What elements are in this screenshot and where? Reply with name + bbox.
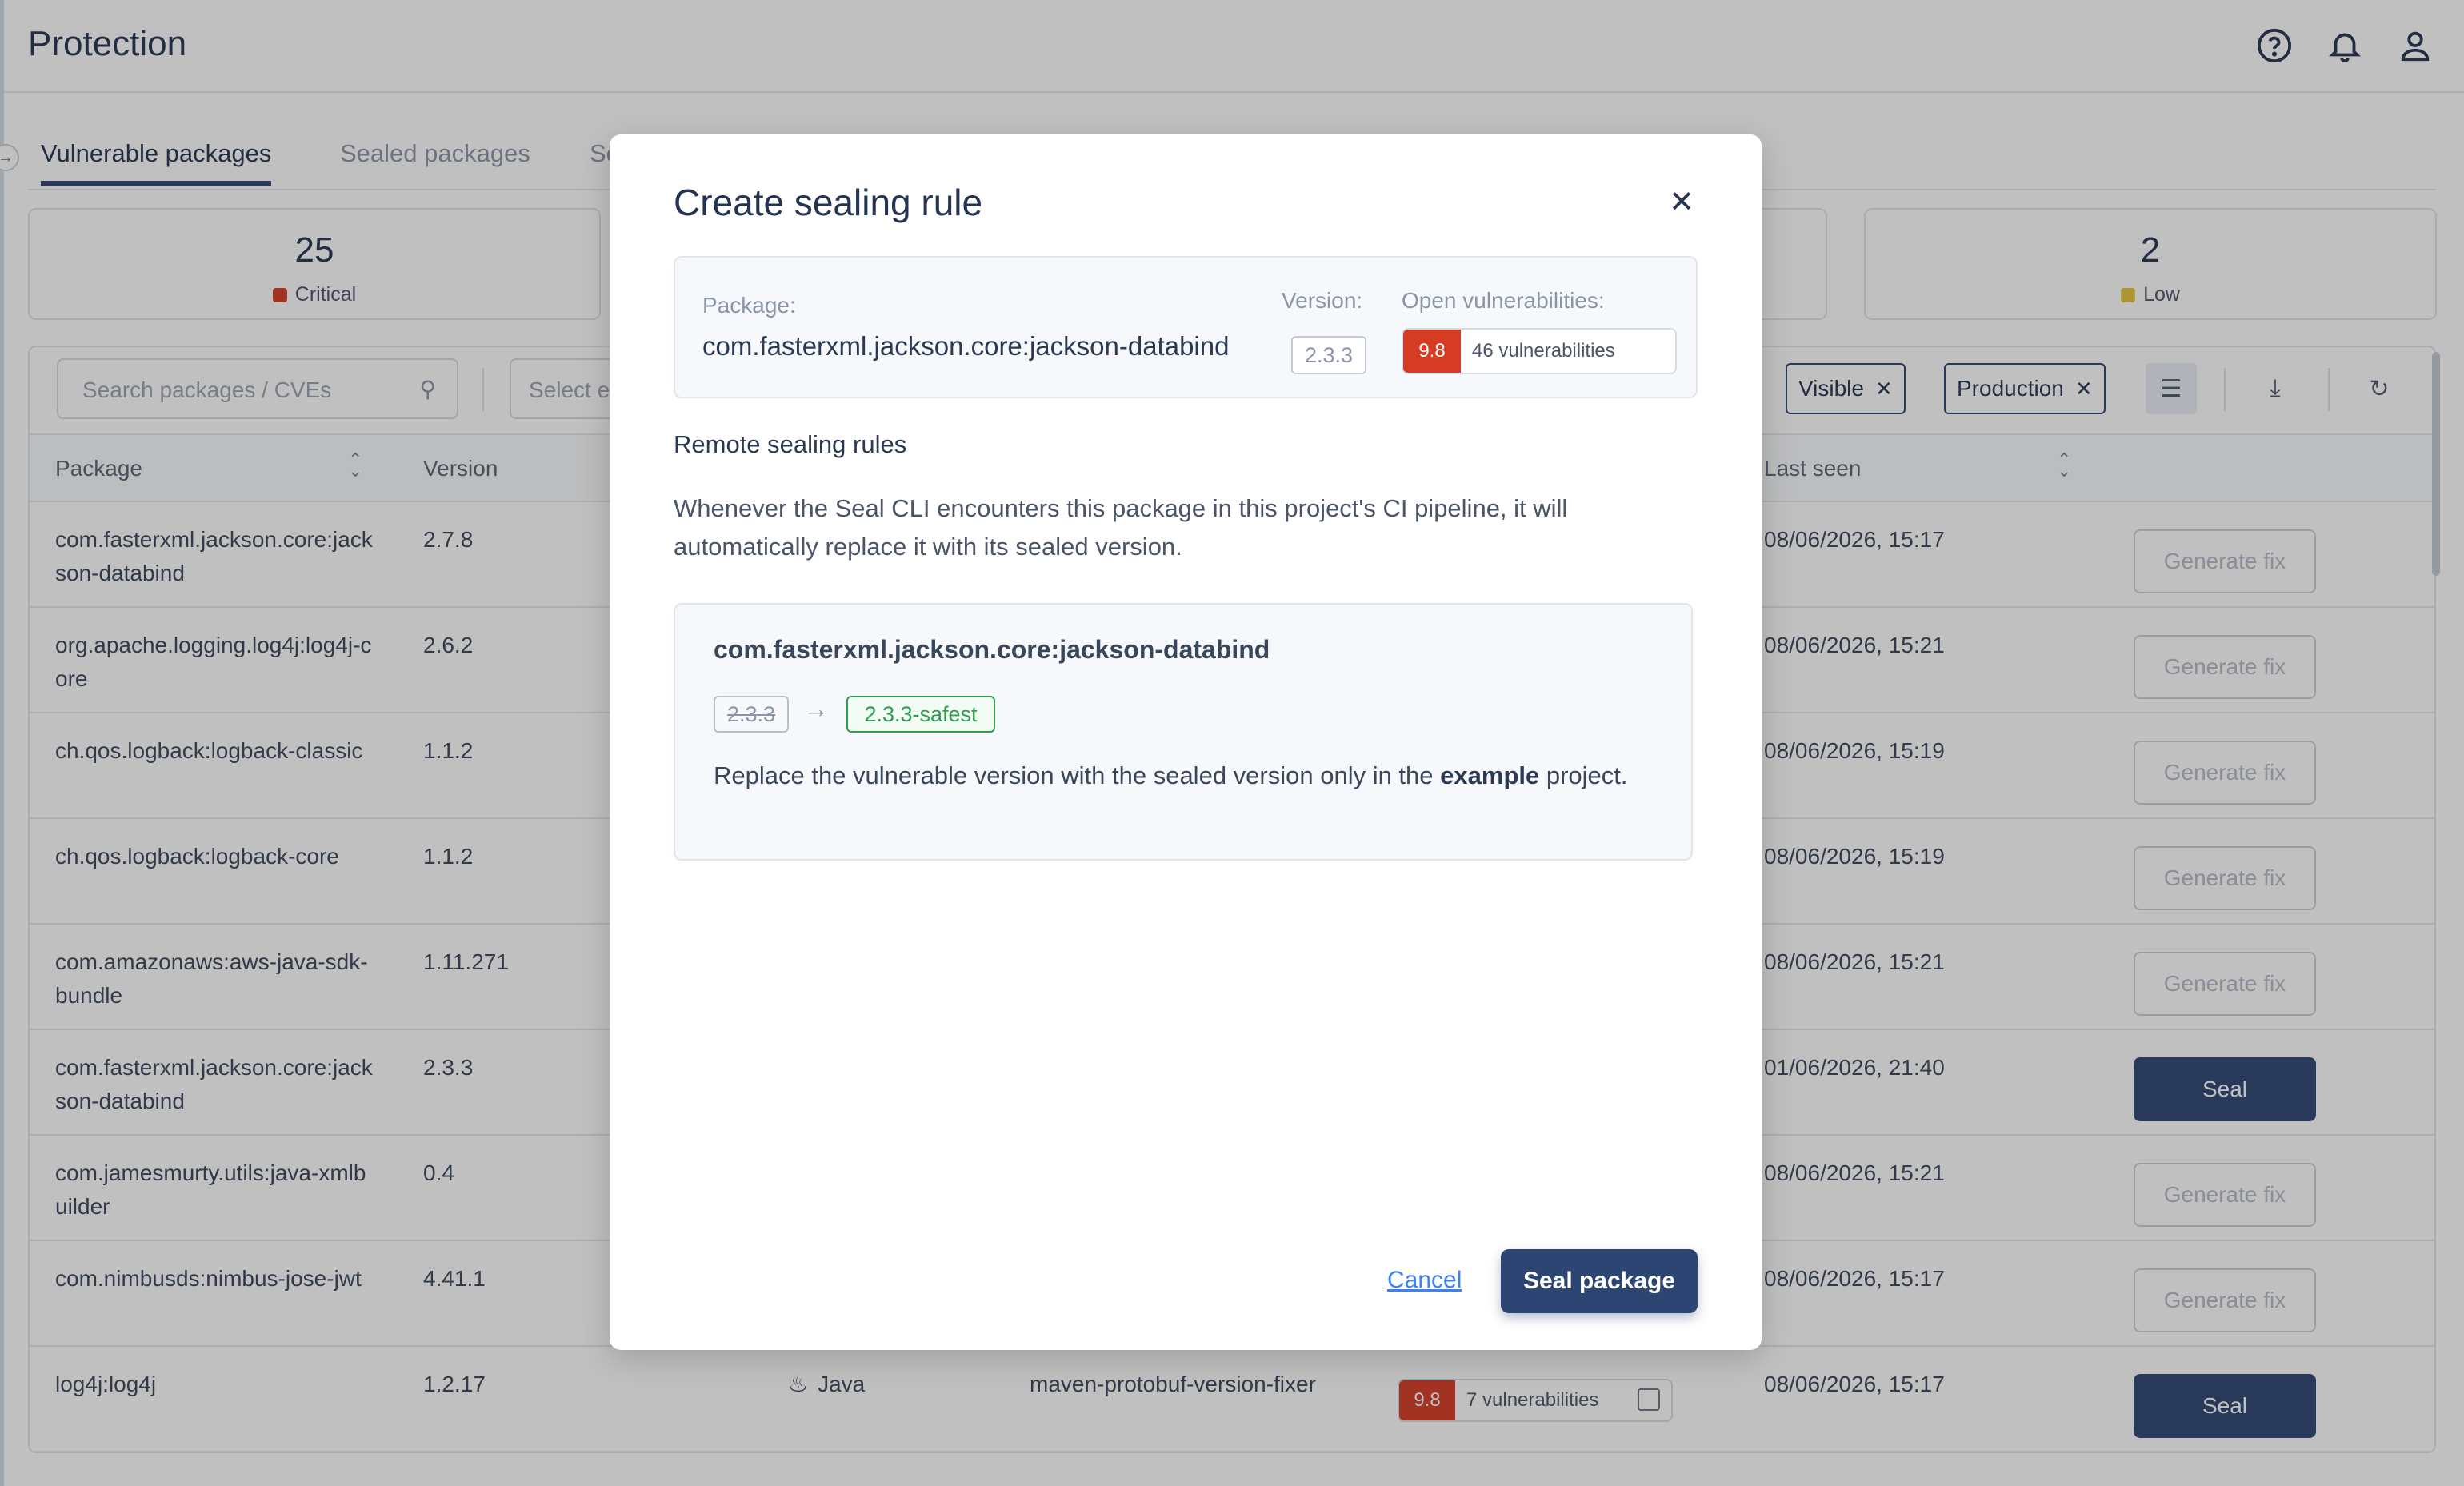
open-vulnerabilities-label: Open vulnerabilities: (1402, 288, 1605, 313)
version-label: Version: (1282, 288, 1363, 313)
old-version-badge: 2.3.3 (714, 696, 789, 733)
version-badge: 2.3.3 (1291, 336, 1366, 374)
section-title: Remote sealing rules (674, 430, 907, 458)
create-sealing-rule-dialog: Create sealing rule ✕ Package: com.faste… (610, 134, 1762, 1350)
section-description: Whenever the Seal CLI encounters this pa… (674, 494, 1568, 561)
rule-description: Replace the vulnerable version with the … (714, 761, 1628, 789)
seal-package-button[interactable]: Seal package (1501, 1249, 1698, 1313)
sealed-version-badge: 2.3.3-safest (846, 696, 995, 733)
cancel-button[interactable]: Cancel (1387, 1267, 1462, 1294)
vulnerability-count: 46 vulnerabilities (1472, 340, 1615, 362)
vulnerability-pill: 9.8 46 vulnerabilities (1402, 328, 1677, 374)
close-icon[interactable]: ✕ (1666, 186, 1698, 219)
package-value: com.fasterxml.jackson.core:jackson-datab… (702, 331, 1230, 361)
rule-package-name: com.fasterxml.jackson.core:jackson-datab… (714, 635, 1270, 664)
severity-score: 9.8 (1403, 330, 1461, 373)
sealing-rule-card: com.fasterxml.jackson.core:jackson-datab… (674, 603, 1693, 861)
package-info-card: Package: com.fasterxml.jackson.core:jack… (674, 256, 1698, 398)
dialog-title: Create sealing rule (674, 182, 983, 223)
package-label: Package: (702, 293, 796, 318)
arrow-right-icon: → (803, 694, 829, 723)
